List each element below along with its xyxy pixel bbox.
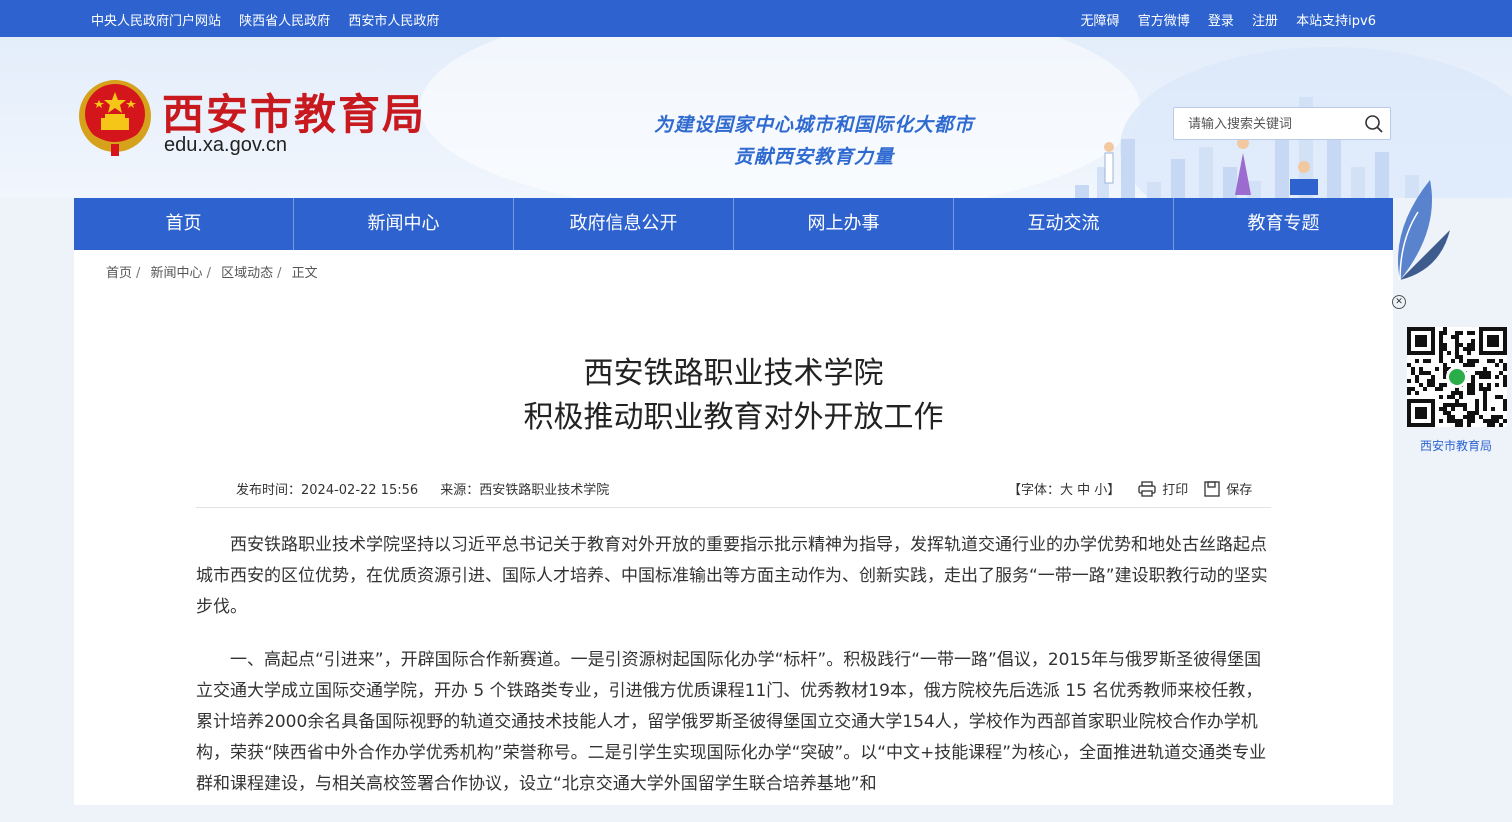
link-login[interactable]: 登录	[1208, 14, 1234, 29]
breadcrumb-separator: /	[206, 266, 211, 281]
site-domain: edu.xa.gov.cn	[164, 134, 288, 156]
save-icon	[1204, 480, 1220, 497]
link-accessibility[interactable]: 无障碍	[1081, 14, 1120, 29]
top-links-left: 中央人民政府门户网站 陕西省人民政府 西安市人民政府	[91, 10, 453, 29]
breadcrumb-separator: /	[136, 266, 141, 281]
breadcrumb-current: 正文	[291, 266, 318, 281]
top-links-right: 无障碍 官方微博 登录 注册 本站支持ipv6	[1067, 10, 1376, 29]
link-xian-gov[interactable]: 西安市人民政府	[348, 14, 439, 29]
printer-icon	[1138, 480, 1156, 497]
nav-gov-info[interactable]: 政府信息公开	[514, 198, 734, 250]
divider	[196, 507, 1271, 508]
breadcrumb: 首页 / 新闻中心 / 区域动态 / 正文	[106, 262, 318, 281]
article-paragraph: 一、高起点“引进来”，开辟国际合作新赛道。一是引资源树起国际化办学“标杆”。积极…	[196, 650, 1267, 794]
main-nav: 首页 新闻中心 政府信息公开 网上办事 互动交流 教育专题	[74, 198, 1393, 250]
national-emblem-icon	[79, 80, 151, 156]
link-register[interactable]: 注册	[1252, 14, 1278, 29]
link-central-gov[interactable]: 中央人民政府门户网站	[91, 14, 221, 29]
article-title-line-1: 西安铁路职业技术学院	[583, 356, 884, 391]
nav-home[interactable]: 首页	[74, 198, 294, 250]
article-paragraph: 西安铁路职业技术学院坚持以习近平总书记关于教育对外开放的重要指示批示精神为指导，…	[196, 535, 1268, 617]
search-input[interactable]	[1174, 108, 1370, 141]
site-header: 西安市教育局 edu.xa.gov.cn 为建设国家中心城市和国际化大都市 贡献…	[0, 37, 1512, 198]
breadcrumb-separator: /	[277, 266, 282, 281]
site-title[interactable]: 西安市教育局	[162, 81, 426, 142]
nav-interaction[interactable]: 互动交流	[954, 198, 1174, 250]
print-button[interactable]: 打印	[1138, 479, 1188, 498]
nav-news-center[interactable]: 新闻中心	[294, 198, 514, 250]
article-source: 来源：西安铁路职业技术学院	[440, 483, 610, 498]
breadcrumb-news[interactable]: 新闻中心	[151, 266, 203, 281]
link-weibo[interactable]: 官方微博	[1138, 14, 1190, 29]
slogan-line-1: 为建设国家中心城市和国际化大都市	[653, 114, 974, 136]
slogan: 为建设国家中心城市和国际化大都市 贡献西安教育力量	[644, 109, 984, 173]
font-size-switcher[interactable]: 【字体：大 中 小】	[1008, 479, 1120, 498]
article-title: 西安铁路职业技术学院 积极推动职业教育对外开放工作	[74, 352, 1393, 440]
slogan-line-2: 贡献西安教育力量	[733, 146, 894, 168]
search-box	[1173, 107, 1391, 141]
article-tools: 【字体：大 中 小】 打印 保存	[1008, 479, 1268, 498]
link-shaanxi-gov[interactable]: 陕西省人民政府	[239, 14, 330, 29]
save-label: 保存	[1226, 483, 1253, 498]
breadcrumb-home[interactable]: 首页	[106, 266, 132, 281]
save-button[interactable]: 保存	[1204, 479, 1252, 498]
nav-edu-topics[interactable]: 教育专题	[1174, 198, 1393, 250]
breadcrumb-region[interactable]: 区域动态	[221, 266, 273, 281]
article-meta: 发布时间：2024-02-22 15:56 来源：西安铁路职业技术学院	[236, 479, 627, 498]
article-title-line-2: 积极推动职业教育对外开放工作	[523, 400, 944, 435]
content-panel: 首页 / 新闻中心 / 区域动态 / 正文 西安铁路职业技术学院 积极推动职业教育对外…	[74, 250, 1393, 805]
qr-close-icon[interactable]: ✕	[1392, 295, 1406, 309]
print-label: 打印	[1162, 483, 1189, 498]
nav-online-services[interactable]: 网上办事	[734, 198, 954, 250]
qr-code-icon	[1407, 327, 1507, 427]
article-body: 西安铁路职业技术学院坚持以习近平总书记关于教育对外开放的重要指示批示精神为指导，…	[196, 530, 1271, 822]
qr-caption: 西安市教育局	[1420, 439, 1493, 453]
search-icon[interactable]	[1364, 114, 1384, 134]
link-ipv6[interactable]: 本站支持ipv6	[1296, 14, 1376, 29]
top-bar: 中央人民政府门户网站 陕西省人民政府 西安市人民政府 无障碍 官方微博 登录 注…	[0, 0, 1512, 37]
publish-time: 发布时间：2024-02-22 15:56	[236, 483, 419, 498]
